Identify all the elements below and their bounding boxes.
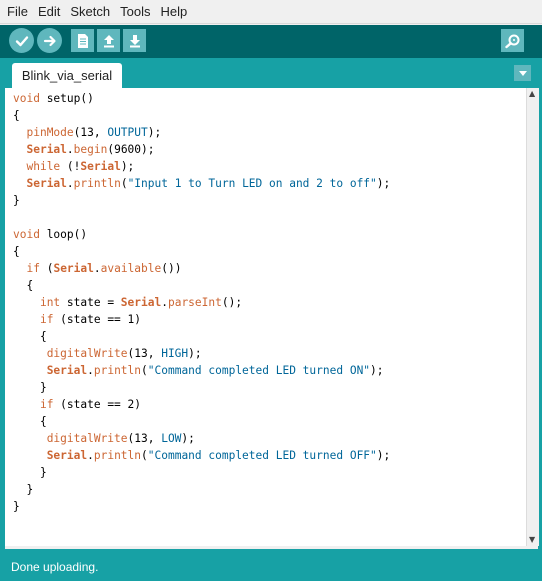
status-bar: Done uploading.: [4, 549, 538, 581]
code-line: }: [13, 483, 34, 496]
arrow-right-icon: [43, 35, 56, 46]
tab-blink-via-serial[interactable]: Blink_via_serial: [12, 63, 122, 88]
code-line: }: [13, 194, 20, 207]
code-line: }: [13, 381, 47, 394]
code-line: Serial.begin(9600);: [26, 143, 155, 156]
checkmark-icon: [15, 35, 28, 46]
code-line: {: [13, 109, 20, 122]
code-line: int state = Serial.parseInt();: [39, 296, 243, 309]
code-line: void loop(): [13, 228, 88, 241]
chevron-down-icon: [518, 70, 527, 76]
open-button[interactable]: [97, 29, 120, 52]
document-icon: [77, 33, 88, 48]
toolbar: [0, 25, 542, 58]
save-button[interactable]: [123, 29, 146, 52]
magnifier-icon: [504, 34, 519, 48]
new-button[interactable]: [71, 29, 94, 52]
code-line: if (Serial.available()): [26, 262, 182, 275]
arrow-down-icon: [129, 34, 140, 47]
tab-label: Blink_via_serial: [21, 68, 113, 83]
code-line: {: [13, 415, 47, 428]
verify-button[interactable]: [9, 28, 34, 53]
code-text: void setup() { pinMode(13, OUTPUT); Seria…: [13, 90, 390, 515]
vertical-scrollbar[interactable]: ▲ ▼: [526, 88, 539, 546]
menu-edit[interactable]: Edit: [37, 3, 61, 20]
code-line: if (state == 2): [39, 398, 141, 411]
menu-sketch[interactable]: Sketch: [69, 3, 111, 20]
code-line: digitalWrite(13, HIGH);: [46, 347, 202, 360]
tab-bar: Blink_via_serial: [0, 58, 542, 88]
code-line: digitalWrite(13, LOW);: [46, 432, 195, 445]
scroll-down-arrow-icon[interactable]: ▼: [529, 535, 535, 544]
code-line: }: [13, 466, 47, 479]
code-line: if (state == 1): [39, 313, 141, 326]
code-line: {: [13, 330, 47, 343]
code-line: {: [13, 245, 20, 258]
menu-help[interactable]: Help: [159, 3, 188, 20]
status-text: Done uploading.: [11, 560, 99, 574]
serial-monitor-button[interactable]: [501, 29, 524, 52]
menu-bar: File Edit Sketch Tools Help: [0, 0, 542, 24]
code-line: Serial.println("Input 1 to Turn LED on a…: [26, 177, 391, 190]
code-line: void setup(): [13, 92, 94, 105]
code-line: }: [13, 500, 20, 513]
upload-button[interactable]: [37, 28, 62, 53]
arrow-up-icon: [103, 34, 114, 47]
code-line: Serial.println("Command completed LED tu…: [46, 364, 384, 377]
code-line: Serial.println("Command completed LED tu…: [46, 449, 391, 462]
code-line: while (!Serial);: [26, 160, 135, 173]
menu-tools[interactable]: Tools: [119, 3, 151, 20]
scroll-up-arrow-icon[interactable]: ▲: [529, 89, 535, 98]
code-line: {: [13, 279, 34, 292]
code-editor[interactable]: void setup() { pinMode(13, OUTPUT); Seria…: [5, 88, 526, 546]
code-line: pinMode(13, OUTPUT);: [26, 126, 162, 139]
tab-menu-button[interactable]: [514, 65, 531, 81]
menu-file[interactable]: File: [6, 3, 29, 20]
